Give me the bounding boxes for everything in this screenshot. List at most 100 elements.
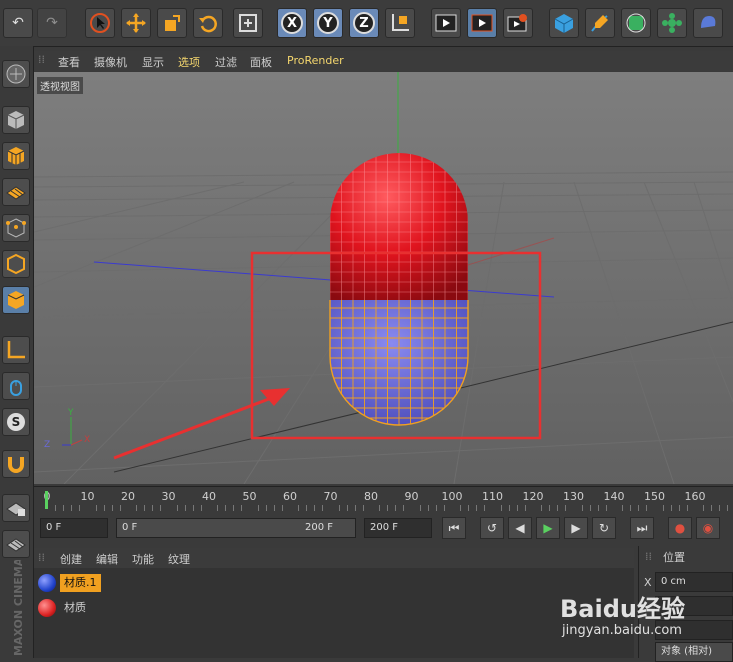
cube-primitive-icon[interactable] [549, 8, 579, 38]
material-preview [38, 574, 56, 592]
timeline-minor-tick [549, 505, 551, 511]
frame-range-slider[interactable]: 0 F 200 F [116, 518, 356, 538]
magnet-icon[interactable] [2, 450, 30, 478]
timeline-ruler[interactable]: 0102030405060708090100110120130140150160 [34, 486, 733, 513]
coordinate-system-icon[interactable] [385, 8, 415, 38]
timeline-minor-tick [160, 505, 162, 511]
model-mode-icon[interactable] [2, 106, 30, 134]
move-tool-icon[interactable] [121, 8, 151, 38]
timeline-minor-tick [95, 505, 97, 511]
timeline-tick: 70 [323, 490, 338, 503]
menu-panel[interactable]: 面板 [250, 54, 272, 70]
menu-create[interactable]: 创建 [60, 551, 82, 567]
axis-mode-icon[interactable] [2, 336, 30, 364]
render-settings-icon[interactable] [503, 8, 533, 38]
next-key-icon[interactable]: ↻ [592, 517, 616, 539]
menu-edit[interactable]: 编辑 [96, 551, 118, 567]
timeline-tick: 20 [121, 490, 135, 503]
timeline-tick: 160 [684, 490, 706, 503]
timeline-minor-tick [273, 505, 275, 511]
pen-spline-icon[interactable] [585, 8, 615, 38]
record-keys-icon[interactable]: ● [668, 517, 692, 539]
y-axis-lock-button[interactable]: Y [313, 8, 343, 38]
tweak-mode-icon[interactable] [2, 372, 30, 400]
goto-end-icon[interactable]: ⏭ [630, 517, 654, 539]
capsule-object[interactable] [324, 152, 474, 428]
x-axis-lock-button[interactable]: X [277, 8, 307, 38]
timeline-minor-tick [55, 505, 57, 511]
undo-icon[interactable]: ↶ [3, 8, 33, 38]
subdivision-surface-icon[interactable] [621, 8, 651, 38]
next-frame-icon[interactable]: ▶ [564, 517, 588, 539]
polygons-mode-icon[interactable] [2, 286, 30, 314]
render-to-picture-viewer-icon[interactable] [467, 8, 497, 38]
grid-toggle-icon[interactable] [2, 530, 30, 558]
scale-tool-icon[interactable] [157, 8, 187, 38]
timeline-minor-tick [460, 505, 462, 511]
timeline-minor-tick [63, 505, 65, 511]
select-tool-icon[interactable] [85, 8, 115, 38]
timeline-minor-tick [638, 505, 640, 511]
deformer-icon[interactable] [693, 8, 723, 38]
rotate-tool-icon[interactable] [193, 8, 223, 38]
timeline-minor-tick [622, 505, 624, 511]
auto-key-icon[interactable]: ◉ [696, 517, 720, 539]
timeline-minor-tick [346, 505, 348, 511]
perspective-viewport[interactable]: Y X Z [34, 72, 733, 484]
timeline-minor-tick [144, 505, 146, 511]
timeline-minor-tick [79, 505, 81, 511]
timeline-minor-tick [597, 505, 599, 511]
timeline-minor-tick [403, 505, 405, 511]
brand-text: MAXON CINEMA 4D [12, 560, 25, 656]
menu-cameras[interactable]: 摄像机 [94, 54, 127, 70]
timeline-minor-tick [703, 505, 705, 511]
points-mode-icon[interactable] [2, 214, 30, 242]
play-icon[interactable]: ▶ [536, 517, 560, 539]
timeline-minor-tick [192, 505, 194, 511]
menu-function[interactable]: 功能 [132, 551, 154, 567]
material-preview [38, 599, 56, 617]
menu-filter[interactable]: 过滤 [215, 54, 237, 70]
drag-handle-icon[interactable]: ⁞⁞ [38, 551, 45, 564]
timeline-minor-tick [233, 505, 235, 511]
timeline-tick: 10 [80, 490, 95, 503]
prev-frame-icon[interactable]: ◀ [508, 517, 532, 539]
coordinate-mode-select[interactable]: 对象 (相对) [655, 642, 733, 662]
menu-display[interactable]: 显示 [142, 54, 164, 70]
viewport-label: 透视视图 [37, 77, 83, 94]
timeline-minor-tick [225, 505, 227, 511]
material-item[interactable]: 材质.1 [34, 571, 634, 595]
texture-mode-icon[interactable] [2, 142, 30, 170]
material-name: 材质 [64, 601, 86, 614]
timeline-minor-tick [241, 505, 243, 511]
menu-view[interactable]: 查看 [58, 54, 80, 70]
timeline-minor-tick [119, 505, 121, 511]
last-tool-icon[interactable] [233, 8, 263, 38]
drag-handle-icon[interactable]: ⁞⁞ [38, 53, 45, 66]
make-editable-icon[interactable] [2, 60, 30, 88]
edges-mode-icon[interactable] [2, 250, 30, 278]
render-view-icon[interactable] [431, 8, 461, 38]
max-frame-field[interactable]: 200 F [364, 518, 432, 538]
timeline-minor-tick [314, 505, 316, 511]
timeline-minor-tick [719, 505, 721, 511]
z-axis-lock-button[interactable]: Z [349, 8, 379, 38]
workplane-mode-icon[interactable] [2, 178, 30, 206]
cursor-icon [90, 13, 110, 33]
workplane-lock-icon[interactable] [2, 494, 30, 522]
menu-options[interactable]: 选项 [178, 54, 200, 70]
timeline-minor-tick [630, 505, 632, 511]
goto-start-icon[interactable]: ⏮ [442, 517, 466, 539]
prev-key-icon[interactable]: ↺ [480, 517, 504, 539]
current-frame-field[interactable]: 0 F [40, 518, 108, 538]
playhead[interactable] [45, 491, 48, 509]
timeline-minor-tick [136, 505, 138, 511]
snap-icon[interactable]: S [2, 408, 30, 436]
material-item[interactable]: 材质 [34, 596, 634, 620]
animation-controls: 0 F 0 F 200 F 200 F ⏮ ↺ ◀ ▶ ▶ ↻ ⏭ ● ◉ [34, 513, 733, 543]
redo-icon[interactable]: ↷ [37, 8, 67, 38]
cloner-icon[interactable] [657, 8, 687, 38]
menu-texture[interactable]: 纹理 [168, 551, 190, 567]
drag-handle-icon[interactable]: ⁞⁞ [645, 550, 652, 563]
menu-prorender[interactable]: ProRender [287, 54, 344, 67]
